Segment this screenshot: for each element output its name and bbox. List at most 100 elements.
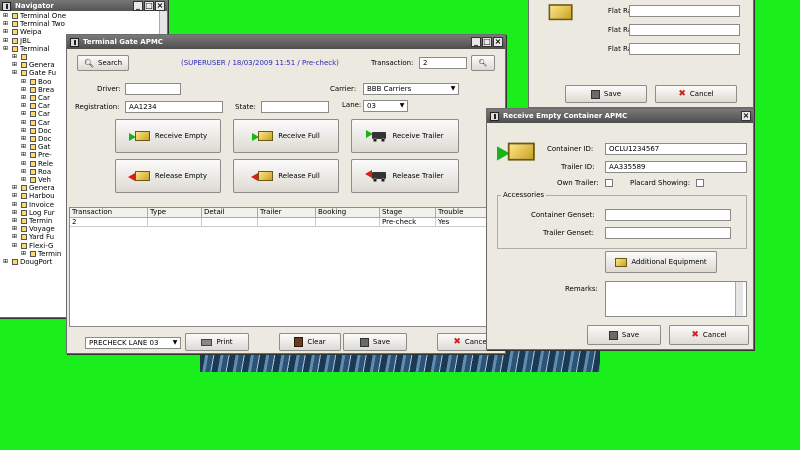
placard-showing-checkbox[interactable]	[696, 179, 704, 187]
flat-rack-3-field[interactable]	[629, 24, 740, 36]
expand-icon[interactable]: ⊞	[21, 78, 28, 86]
table-cell[interactable]	[316, 218, 380, 227]
tree-item[interactable]: ⊞ Car	[21, 94, 50, 102]
tree-item[interactable]: ⊞ Pre-	[21, 151, 52, 159]
receive-empty-button[interactable]: Receive Empty	[115, 119, 221, 153]
tree-item[interactable]: ⊞ Terminal One	[3, 12, 66, 20]
receive-full-button[interactable]: Receive Full	[233, 119, 339, 153]
gate-save-button[interactable]: Save	[343, 333, 407, 351]
expand-icon[interactable]: ⊞	[12, 209, 19, 217]
expand-icon[interactable]: ⊞	[21, 102, 28, 110]
expand-icon[interactable]: ⊞	[21, 143, 28, 151]
release-trailer-button[interactable]: Release Trailer	[351, 159, 459, 193]
expand-icon[interactable]: ⊞	[21, 127, 28, 135]
driver-field[interactable]	[125, 83, 181, 95]
tree-item[interactable]: ⊞ Termin	[12, 217, 52, 225]
tree-item[interactable]: ⊞ Brea	[21, 86, 54, 94]
column-header[interactable]: Trailer	[258, 208, 316, 218]
close-button[interactable]: ×	[493, 37, 503, 47]
state-field[interactable]	[261, 101, 329, 113]
expand-icon[interactable]: ⊞	[12, 225, 19, 233]
flat-rack-cancel-button[interactable]: ✖ Cancel	[655, 85, 737, 103]
tree-item[interactable]: ⊞ Gat	[21, 143, 50, 151]
table-cell[interactable]	[258, 218, 316, 227]
expand-icon[interactable]: ⊞	[3, 258, 10, 266]
column-header[interactable]: Booking	[316, 208, 380, 218]
tree-item[interactable]: ⊞ Veh	[21, 176, 51, 184]
tree-item[interactable]: ⊞ Roa	[21, 168, 51, 176]
flat-rack-4-field[interactable]	[629, 43, 740, 55]
tree-item[interactable]: ⊞ Voyage	[12, 225, 55, 233]
expand-icon[interactable]: ⊞	[12, 53, 19, 61]
flat-rack-2-field[interactable]	[629, 5, 740, 17]
maximize-button[interactable]: □	[144, 1, 154, 11]
expand-icon[interactable]: ⊞	[21, 160, 28, 168]
release-full-button[interactable]: Release Full	[233, 159, 339, 193]
lane-select[interactable]: 03 ▼	[363, 100, 408, 112]
expand-icon[interactable]: ⊞	[21, 168, 28, 176]
expand-icon[interactable]: ⊞	[21, 176, 28, 184]
expand-icon[interactable]: ⊞	[12, 233, 19, 241]
tree-item[interactable]: ⊞	[12, 53, 29, 61]
trailer-genset-field[interactable]	[605, 227, 731, 239]
additional-equipment-button[interactable]: Additional Equipment	[605, 251, 717, 273]
carrier-select[interactable]: BBB Carriers ▼	[363, 83, 459, 95]
receive-save-button[interactable]: Save	[587, 325, 661, 345]
table-cell[interactable]	[148, 218, 202, 227]
tree-item[interactable]: ⊞ JBL	[3, 37, 31, 45]
expand-icon[interactable]: ⊞	[3, 37, 10, 45]
tree-item[interactable]: ⊞ Terminal Two	[3, 20, 65, 28]
tree-item[interactable]: ⊞ Harbou	[12, 192, 55, 200]
tree-item[interactable]: ⊞ Genera	[12, 184, 55, 192]
receive-cancel-button[interactable]: ✖ Cancel	[669, 325, 749, 345]
expand-icon[interactable]: ⊞	[21, 119, 28, 127]
transactions-table[interactable]: Transaction 2 Type Detail Trailer Booking Stag…	[69, 207, 503, 327]
expand-icon[interactable]: ⊞	[12, 69, 19, 77]
clear-button[interactable]: Clear	[279, 333, 341, 351]
tree-item[interactable]: ⊞ Termin	[21, 250, 61, 258]
expand-icon[interactable]: ⊞	[21, 151, 28, 159]
table-cell[interactable]: 2	[70, 218, 148, 227]
expand-icon[interactable]: ⊞	[21, 94, 28, 102]
column-header[interactable]: Type	[148, 208, 202, 218]
minimize-button[interactable]: _	[471, 37, 481, 47]
expand-icon[interactable]: ⊞	[21, 135, 28, 143]
container-genset-field[interactable]	[605, 209, 731, 221]
expand-icon[interactable]: ⊞	[3, 20, 10, 28]
tree-item[interactable]: ⊞ Doc	[21, 135, 52, 143]
tree-item[interactable]: ⊞ Invoice	[12, 201, 54, 209]
expand-icon[interactable]: ⊞	[3, 28, 10, 36]
expand-icon[interactable]: ⊞	[12, 201, 19, 209]
trailer-id-field[interactable]: AA335589	[605, 161, 747, 173]
expand-icon[interactable]: ⊞	[12, 184, 19, 192]
tree-item[interactable]: ⊞ Car	[21, 110, 50, 118]
flat-rack-save-button[interactable]: Save	[565, 85, 647, 103]
tree-item[interactable]: ⊞ Gate Fu	[12, 69, 56, 77]
close-button[interactable]: ×	[741, 111, 751, 121]
release-empty-button[interactable]: Release Empty	[115, 159, 221, 193]
expand-icon[interactable]: ⊞	[12, 192, 19, 200]
tree-item[interactable]: ⊞ Flexi-G	[12, 242, 53, 250]
registration-field[interactable]: AA1234	[125, 101, 223, 113]
tree-item[interactable]: ⊞ Car	[21, 102, 50, 110]
table-cell[interactable]: Pre-check	[380, 218, 436, 227]
expand-icon[interactable]: ⊞	[12, 61, 19, 69]
table-cell[interactable]	[202, 218, 258, 227]
expand-icon[interactable]: ⊞	[21, 250, 28, 258]
expand-icon[interactable]: ⊞	[21, 110, 28, 118]
tree-item[interactable]: ⊞ Weipa	[3, 28, 42, 36]
transaction-field[interactable]: 2	[419, 57, 467, 69]
expand-icon[interactable]: ⊞	[12, 217, 19, 225]
container-id-field[interactable]: OCLU1234567	[605, 143, 747, 155]
minimize-button[interactable]: _	[133, 1, 143, 11]
column-header[interactable]: Stage	[380, 208, 436, 218]
own-trailer-checkbox[interactable]	[605, 179, 613, 187]
transaction-search-button[interactable]: 🔍︎	[471, 55, 495, 71]
expand-icon[interactable]: ⊞	[21, 86, 28, 94]
tree-item[interactable]: ⊞ Doc	[21, 127, 52, 135]
receive-trailer-button[interactable]: Receive Trailer	[351, 119, 459, 153]
expand-icon[interactable]: ⊞	[12, 242, 19, 250]
print-button[interactable]: Print	[185, 333, 249, 351]
tree-item[interactable]: ⊞ DougPort	[3, 258, 52, 266]
tree-item[interactable]: ⊞ Yard Fu	[12, 233, 54, 241]
